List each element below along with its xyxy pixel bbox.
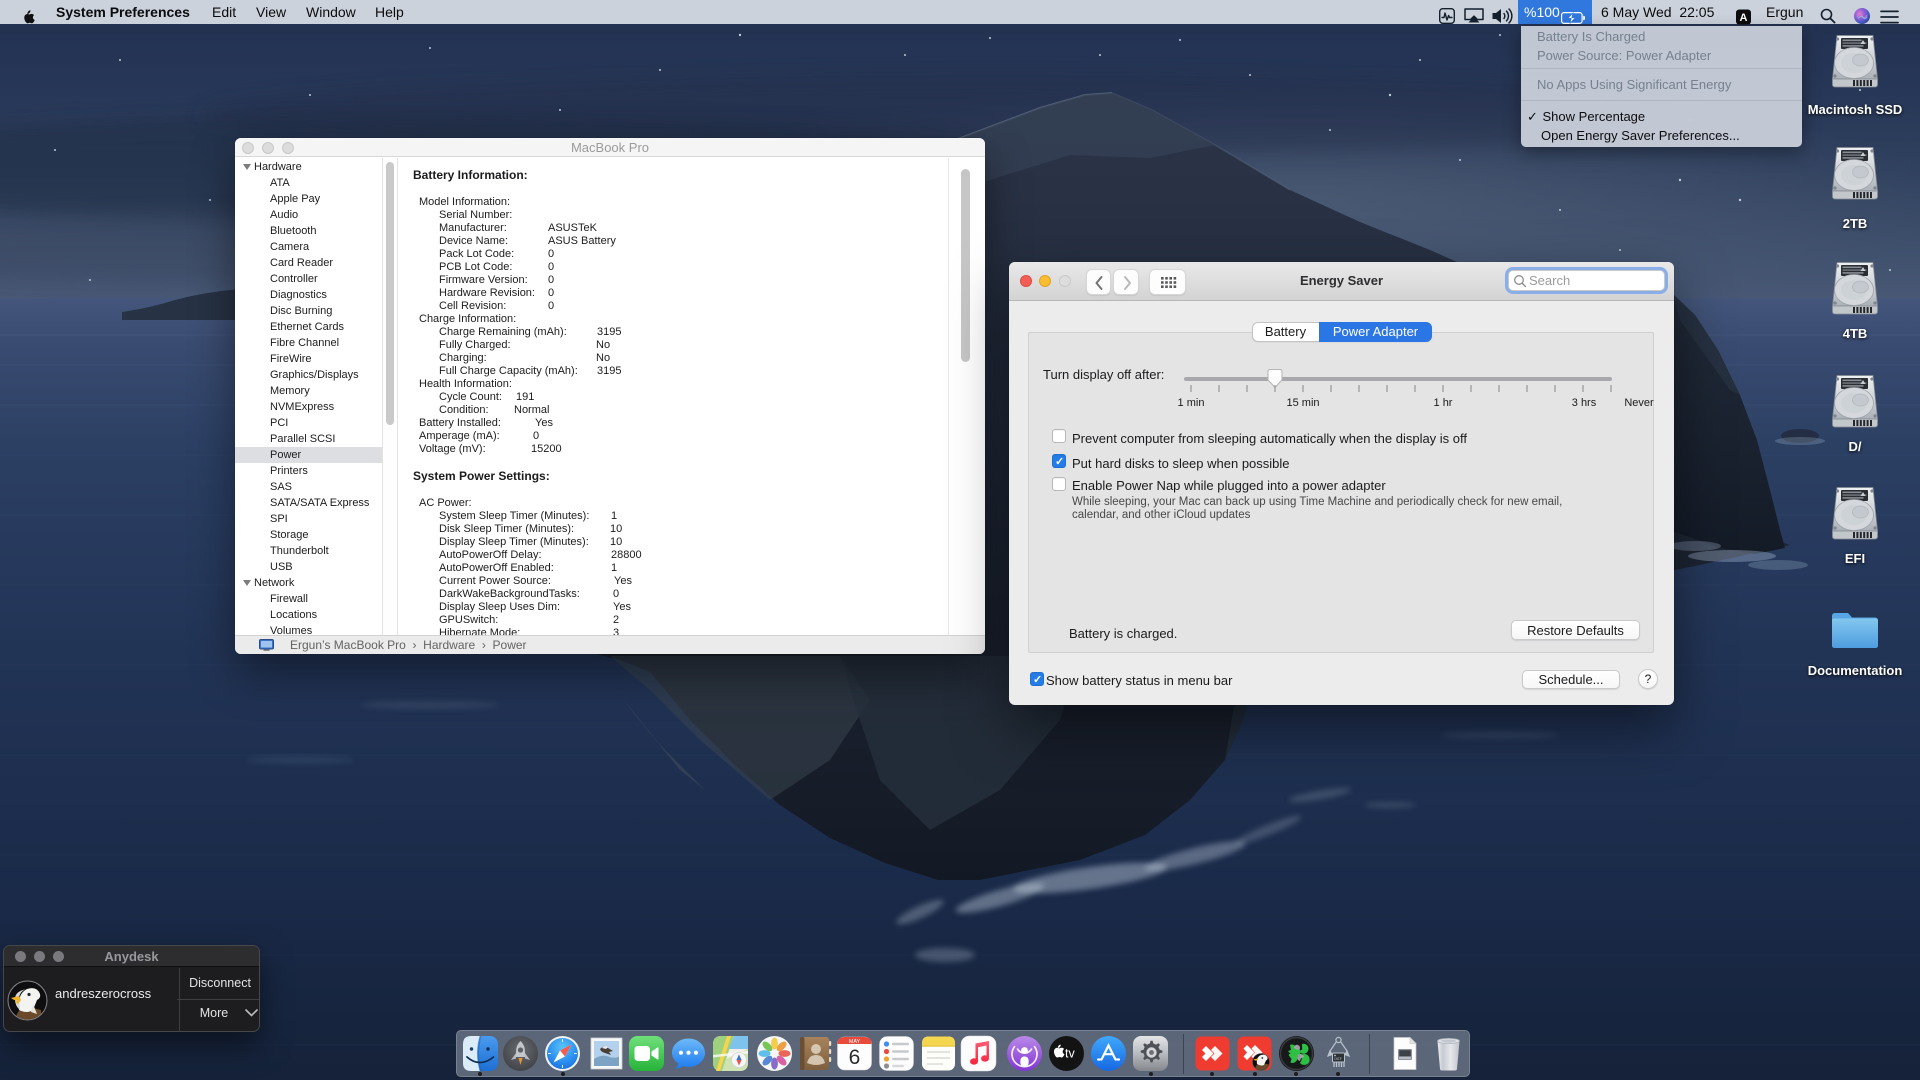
svg-text:A: A xyxy=(1740,12,1748,24)
svg-text:CHIP: CHIP xyxy=(1334,1057,1342,1061)
svg-text:MAY: MAY xyxy=(849,1039,861,1045)
svg-text:tv: tv xyxy=(1065,1047,1075,1061)
svg-text:6: 6 xyxy=(849,1046,861,1069)
